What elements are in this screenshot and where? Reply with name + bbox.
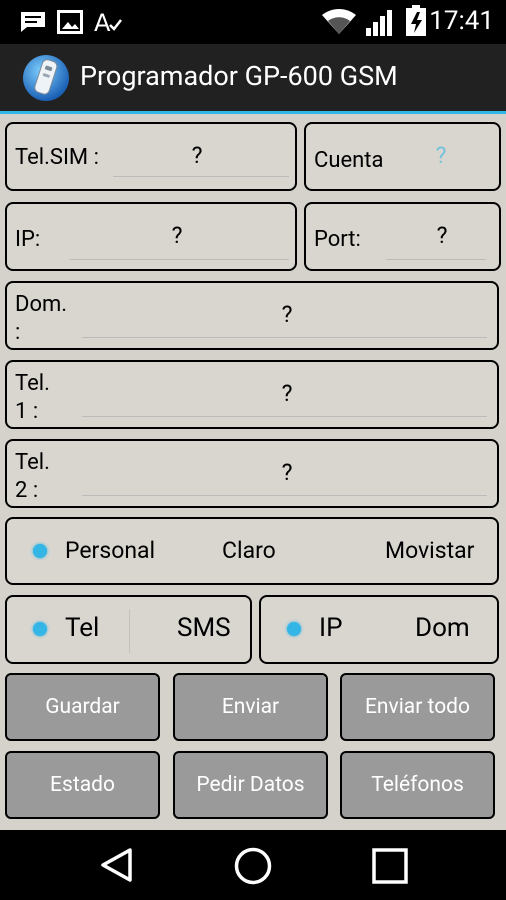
app-remote-control-icon[interactable] bbox=[22, 54, 70, 102]
mode-option-sms[interactable]: SMS bbox=[177, 613, 231, 643]
enviar-button[interactable]: Enviar bbox=[173, 673, 328, 741]
operator-option-movistar[interactable]: Movistar bbox=[385, 537, 474, 564]
image-notification-icon bbox=[57, 10, 83, 34]
guardar-button[interactable]: Guardar bbox=[5, 673, 160, 741]
mode-tel-sms-radio-group: Tel SMS bbox=[5, 595, 252, 664]
dom-label-line2: : bbox=[15, 320, 21, 345]
mode-ip-dom-radio-group: IP Dom bbox=[259, 595, 499, 664]
tel1-value[interactable]: ? bbox=[187, 380, 387, 407]
enviar-todo-button[interactable]: Enviar todo bbox=[340, 673, 495, 741]
wifi-icon bbox=[322, 9, 356, 34]
mode1-divider bbox=[129, 609, 130, 653]
mode-option-ip[interactable]: IP bbox=[319, 613, 342, 643]
cuenta-field[interactable]: Cuenta ? bbox=[304, 122, 501, 191]
signal-icon bbox=[366, 10, 392, 36]
svg-text:A: A bbox=[94, 9, 111, 35]
tel-sim-underline bbox=[113, 176, 289, 177]
port-field[interactable]: Port: ? bbox=[304, 202, 501, 271]
dom-underline bbox=[82, 337, 487, 338]
tel-sim-label: Tel.SIM : bbox=[15, 145, 99, 170]
dom-label-line1: Dom. bbox=[15, 292, 68, 317]
ip-underline bbox=[69, 259, 289, 260]
dom-field[interactable]: Dom. : ? bbox=[5, 281, 499, 350]
estado-button[interactable]: Estado bbox=[5, 751, 160, 819]
ip-value[interactable]: ? bbox=[87, 222, 267, 249]
tel1-underline bbox=[82, 416, 487, 417]
main-form: Tel.SIM : ? Cuenta ? IP: ? Port: ? Dom. … bbox=[0, 114, 506, 830]
tel1-field[interactable]: Tel. 1 : ? bbox=[5, 360, 499, 429]
port-value[interactable]: ? bbox=[402, 222, 482, 249]
tel2-underline bbox=[82, 495, 487, 496]
telefonos-button[interactable]: Teléfonos bbox=[340, 751, 495, 819]
tel1-label-line1: Tel. bbox=[15, 371, 50, 396]
action-bar: Programador GP-600 GSM bbox=[0, 44, 506, 114]
cuenta-label: Cuenta bbox=[314, 148, 384, 173]
port-underline bbox=[386, 259, 486, 260]
pedir-datos-button[interactable]: Pedir Datos bbox=[173, 751, 328, 819]
recent-apps-icon[interactable] bbox=[372, 848, 408, 884]
operator-radio-group: Personal Claro Movistar bbox=[5, 517, 499, 585]
operator-radio-selected-icon bbox=[33, 544, 47, 558]
operator-option-claro[interactable]: Claro bbox=[222, 537, 276, 564]
cuenta-value[interactable]: ? bbox=[406, 142, 476, 169]
ip-label: IP: bbox=[15, 227, 41, 252]
tel2-field[interactable]: Tel. 2 : ? bbox=[5, 439, 499, 508]
app-title: Programador GP-600 GSM bbox=[80, 60, 398, 92]
tel2-label-line2: 2 : bbox=[15, 478, 39, 503]
port-label: Port: bbox=[314, 227, 361, 252]
tel-sim-value[interactable]: ? bbox=[107, 142, 287, 169]
home-icon[interactable] bbox=[234, 847, 272, 885]
spellcheck-icon: A bbox=[94, 9, 122, 35]
operator-option-personal[interactable]: Personal bbox=[65, 537, 155, 564]
status-bar: A 17:41 bbox=[0, 0, 506, 44]
back-icon[interactable] bbox=[98, 847, 134, 883]
message-notification-icon bbox=[21, 12, 45, 32]
mode-tel-radio-selected-icon bbox=[33, 622, 47, 636]
ip-field[interactable]: IP: ? bbox=[5, 202, 297, 271]
navigation-bar bbox=[0, 830, 506, 900]
tel2-label-line1: Tel. bbox=[15, 450, 50, 475]
mode-ip-radio-selected-icon bbox=[287, 622, 301, 636]
mode-option-tel[interactable]: Tel bbox=[65, 613, 99, 643]
tel1-label-line2: 1 : bbox=[15, 399, 39, 424]
tel-sim-field[interactable]: Tel.SIM : ? bbox=[5, 122, 297, 191]
clock: 17:41 bbox=[429, 6, 494, 36]
battery-charging-icon bbox=[406, 5, 426, 36]
tel2-value[interactable]: ? bbox=[187, 459, 387, 486]
mode-option-dom[interactable]: Dom bbox=[415, 613, 470, 643]
dom-value[interactable]: ? bbox=[187, 301, 387, 328]
